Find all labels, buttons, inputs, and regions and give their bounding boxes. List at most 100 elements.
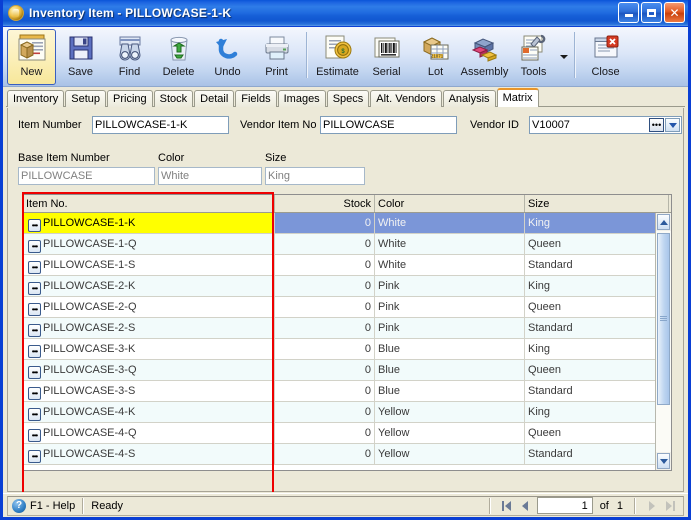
grid-cell-color[interactable]: White [375,213,525,233]
scrollbar-thumb[interactable] [657,233,670,405]
table-row[interactable]: ••• PILLOWCASE-4-Q 0 Yellow Queen [23,423,671,444]
grid-header-size[interactable]: Size [525,195,669,212]
table-row[interactable]: ••• PILLOWCASE-3-K 0 Blue King [23,339,671,360]
grid-header-stock[interactable]: Stock [275,195,375,212]
grid-cell-stock[interactable]: 0 [275,444,375,464]
table-row[interactable]: ••• PILLOWCASE-3-S 0 Blue Standard [23,381,671,402]
grid-cell-item-no[interactable]: ••• PILLOWCASE-3-S [23,381,275,401]
table-row[interactable]: ••• PILLOWCASE-1-S 0 White Standard [23,255,671,276]
tab-specs[interactable]: Specs [326,90,370,107]
grid-cell-size[interactable]: King [525,339,669,359]
tab-inventory[interactable]: Inventory [7,90,65,107]
nav-previous-button[interactable] [516,498,534,514]
grid-cell-color[interactable]: Blue [375,339,525,359]
page-number-input[interactable]: 1 [536,497,593,514]
scroll-up-button[interactable] [657,214,670,230]
ellipsis-icon[interactable]: ••• [28,450,41,463]
grid-cell-color[interactable]: Blue [375,360,525,380]
grid-cell-stock[interactable]: 0 [275,381,375,401]
close-button[interactable]: ✕ [664,2,685,23]
grid-cell-item-no[interactable]: ••• PILLOWCASE-1-Q [23,234,275,254]
grid-cell-color[interactable]: Yellow [375,423,525,443]
vendor-id-combo[interactable]: ••• [529,116,682,134]
size-input[interactable] [265,167,365,185]
grid-cell-color[interactable]: Blue [375,381,525,401]
grid-cell-color[interactable]: Pink [375,297,525,317]
grid-cell-color[interactable]: White [375,255,525,275]
toolbar-button-close[interactable]: Close [581,29,630,85]
grid-cell-size[interactable]: Queen [525,297,669,317]
item-number-input[interactable] [92,116,229,134]
ellipsis-icon[interactable]: ••• [28,408,41,421]
vendor-item-no-input[interactable] [320,116,457,134]
grid-cell-stock[interactable]: 0 [275,234,375,254]
grid-cell-color[interactable]: White [375,234,525,254]
ellipsis-icon[interactable]: ••• [28,219,41,232]
toolbar-button-save[interactable]: Save [56,29,105,85]
grid-cell-color[interactable]: Yellow [375,402,525,422]
nav-next-button[interactable] [643,498,661,514]
ellipsis-icon[interactable]: ••• [28,303,41,316]
toolbar-button-find[interactable]: Find [105,29,154,85]
toolbar-button-undo[interactable]: Undo [203,29,252,85]
grid-cell-stock[interactable]: 0 [275,318,375,338]
tools-dropdown-button[interactable] [558,29,569,85]
table-row[interactable]: ••• PILLOWCASE-3-Q 0 Blue Queen [23,360,671,381]
tab-analysis[interactable]: Analysis [442,90,496,107]
table-row[interactable]: ••• PILLOWCASE-1-Q 0 White Queen [23,234,671,255]
tab-stock[interactable]: Stock [153,90,194,107]
tab-matrix[interactable]: Matrix [496,88,539,107]
base-item-number-input[interactable] [18,167,155,185]
tab-pricing[interactable]: Pricing [107,90,153,107]
color-input[interactable] [158,167,262,185]
table-row[interactable]: ••• PILLOWCASE-1-K 0 White King [23,213,671,234]
grid-cell-item-no[interactable]: ••• PILLOWCASE-2-K [23,276,275,296]
grid-cell-size[interactable]: King [525,213,669,233]
table-row[interactable]: ••• PILLOWCASE-2-Q 0 Pink Queen [23,297,671,318]
toolbar-button-estimate[interactable]: $ Estimate [313,29,362,85]
grid-cell-size[interactable]: Standard [525,381,669,401]
table-row[interactable]: ••• PILLOWCASE-2-S 0 Pink Standard [23,318,671,339]
grid-cell-size[interactable]: Standard [525,318,669,338]
grid-cell-item-no[interactable]: ••• PILLOWCASE-2-S [23,318,275,338]
grid-cell-stock[interactable]: 0 [275,255,375,275]
grid-cell-stock[interactable]: 0 [275,213,375,233]
nav-first-button[interactable] [498,498,516,514]
grid-cell-size[interactable]: Queen [525,360,669,380]
toolbar-button-print[interactable]: Print [252,29,301,85]
grid-cell-stock[interactable]: 0 [275,297,375,317]
toolbar-button-new[interactable]: New [7,29,56,85]
table-row[interactable]: ••• PILLOWCASE-2-K 0 Pink King [23,276,671,297]
toolbar-button-lot[interactable]: 21071 Lot [411,29,460,85]
grid-cell-item-no[interactable]: ••• PILLOWCASE-4-K [23,402,275,422]
grid-cell-color[interactable]: Pink [375,276,525,296]
tab-setup[interactable]: Setup [65,90,106,107]
tab-detail[interactable]: Detail [194,90,235,107]
minimize-button[interactable] [618,2,639,23]
grid-cell-size[interactable]: King [525,402,669,422]
toolbar-button-delete[interactable]: Delete [154,29,203,85]
grid-cell-item-no[interactable]: ••• PILLOWCASE-3-Q [23,360,275,380]
grid-cell-item-no[interactable]: ••• PILLOWCASE-4-S [23,444,275,464]
grid-cell-size[interactable]: Standard [525,255,669,275]
grid-cell-stock[interactable]: 0 [275,276,375,296]
help-label[interactable]: F1 - Help [30,500,75,512]
ellipsis-icon[interactable]: ••• [28,429,41,442]
tab-images[interactable]: Images [277,90,326,107]
toolbar-button-tools[interactable]: Tools [509,29,558,85]
grid-cell-stock[interactable]: 0 [275,339,375,359]
tab-fields[interactable]: Fields [235,90,277,107]
ellipsis-icon[interactable]: ••• [28,261,41,274]
ellipsis-icon[interactable]: ••• [28,324,41,337]
grid-cell-item-no[interactable]: ••• PILLOWCASE-1-S [23,255,275,275]
table-row[interactable]: ••• PILLOWCASE-4-S 0 Yellow Standard [23,444,671,465]
ellipsis-icon[interactable]: ••• [28,282,41,295]
tab-alt-vendors[interactable]: Alt. Vendors [370,90,442,107]
grid-cell-stock[interactable]: 0 [275,402,375,422]
table-row[interactable]: ••• PILLOWCASE-4-K 0 Yellow King [23,402,671,423]
grid-cell-size[interactable]: King [525,276,669,296]
vendor-id-browse-button[interactable]: ••• [649,118,664,132]
grid-cell-item-no[interactable]: ••• PILLOWCASE-2-Q [23,297,275,317]
grid-cell-color[interactable]: Yellow [375,444,525,464]
grid-cell-stock[interactable]: 0 [275,423,375,443]
